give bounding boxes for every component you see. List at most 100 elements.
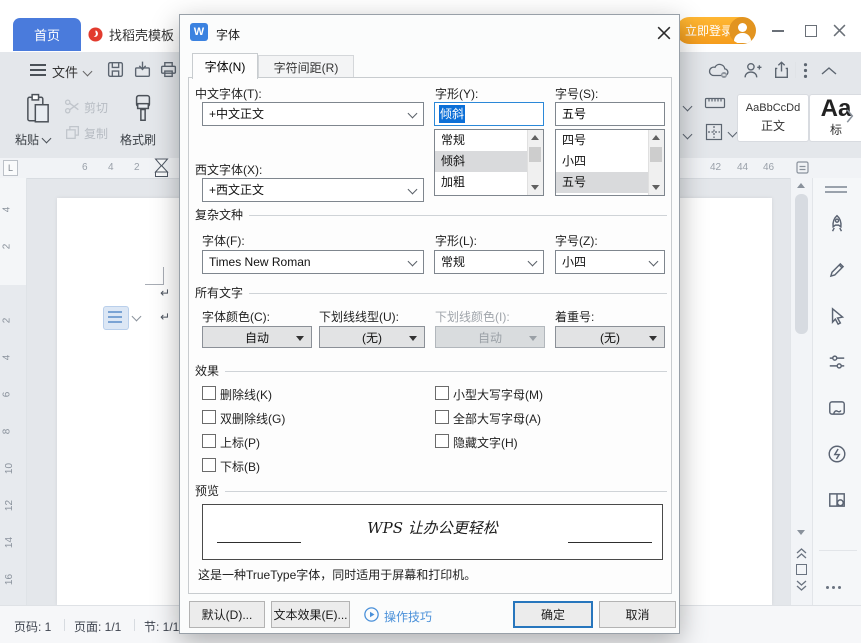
scroll-up-icon[interactable] — [652, 135, 660, 140]
checkbox-strikethrough[interactable] — [202, 386, 216, 400]
checkbox-label[interactable]: 删除线(K) — [220, 386, 272, 403]
cx-style-combo[interactable]: 常规 — [434, 250, 544, 274]
checkbox-label[interactable]: 下标(B) — [220, 458, 260, 475]
checkbox-label[interactable]: 上标(P) — [220, 434, 260, 451]
export-icon[interactable] — [133, 60, 152, 79]
maximize-button[interactable] — [802, 22, 818, 38]
print-icon[interactable] — [159, 60, 178, 79]
checkbox-superscript[interactable] — [202, 434, 216, 448]
style-card-body-text[interactable]: AaBbCcDd 正文 — [737, 94, 809, 142]
indent-marker[interactable] — [154, 158, 169, 178]
tips-link[interactable]: 操作技巧 — [384, 608, 432, 625]
collapse-ribbon-icon[interactable] — [820, 66, 838, 76]
tab-stop-selector[interactable]: L — [3, 160, 18, 176]
borders-icon[interactable] — [704, 122, 724, 142]
emphasis-dropdown[interactable]: (无) — [555, 326, 665, 348]
ok-button[interactable]: 确定 — [513, 601, 593, 628]
list-scrollbar[interactable] — [527, 130, 543, 195]
list-item[interactable]: 小四 — [556, 151, 649, 172]
checkbox-subscript[interactable] — [202, 458, 216, 472]
scroll-up-icon[interactable] — [797, 183, 805, 188]
tab-character-spacing[interactable]: 字符间距(R) — [258, 55, 354, 79]
list-item-selected[interactable]: 五号 — [556, 172, 649, 193]
style-gallery-expand-icon[interactable] — [845, 108, 854, 124]
tab-home[interactable]: 首页 — [13, 18, 81, 51]
window-close-icon[interactable] — [833, 24, 846, 37]
previous-page-icon[interactable] — [795, 548, 808, 559]
tab-font[interactable]: 字体(N) — [192, 53, 258, 79]
char-border-icon[interactable] — [704, 94, 726, 112]
pen-icon[interactable] — [827, 260, 847, 280]
file-menu-chevron-icon[interactable] — [82, 66, 93, 77]
rocket-icon[interactable] — [827, 214, 847, 234]
paste-button[interactable]: 粘贴 — [15, 131, 52, 148]
quick-tools-icon[interactable] — [827, 444, 847, 464]
list-item[interactable]: 加粗 — [435, 172, 528, 193]
underline-style-dropdown[interactable]: (无) — [319, 326, 425, 348]
scroll-down-icon[interactable] — [531, 185, 539, 190]
scrollbar-thumb[interactable] — [650, 147, 662, 162]
checkbox-label[interactable]: 小型大写字母(M) — [453, 386, 543, 403]
file-menu[interactable]: 文件 — [52, 62, 78, 81]
sidebar-handle-icon[interactable] — [825, 186, 847, 188]
borders-dropdown-icon[interactable] — [727, 127, 738, 138]
vertical-ruler[interactable]: 4 2 2 4 6 8 10 12 14 16 — [0, 178, 27, 605]
cloud-sync-icon[interactable] — [708, 62, 730, 79]
document-scrollbar[interactable] — [790, 178, 813, 605]
scroll-down-icon[interactable] — [797, 530, 805, 535]
adjust-sliders-icon[interactable] — [827, 352, 847, 372]
add-user-icon[interactable] — [743, 61, 762, 80]
checkbox-double-strikethrough[interactable] — [202, 410, 216, 424]
checkbox-all-caps[interactable] — [435, 410, 449, 424]
save-icon[interactable] — [106, 60, 125, 79]
partial-dropdown-icon[interactable] — [682, 101, 693, 112]
scroll-down-icon[interactable] — [652, 185, 660, 190]
scroll-up-icon[interactable] — [531, 135, 539, 140]
list-item[interactable]: 常规 — [435, 130, 528, 151]
list-scrollbar[interactable] — [648, 130, 664, 195]
cancel-button[interactable]: 取消 — [599, 601, 676, 628]
checkbox-label[interactable]: 隐藏文字(H) — [453, 434, 518, 451]
sidebar-more-icon[interactable] — [826, 576, 844, 594]
select-browse-object-icon[interactable] — [796, 564, 807, 575]
scrollbar-thumb[interactable] — [795, 194, 808, 334]
checkbox-label[interactable]: 双删除线(G) — [220, 410, 285, 427]
checkbox-label[interactable]: 全部大写字母(A) — [453, 410, 541, 427]
cn-font-combo[interactable]: +中文正文 — [202, 102, 424, 126]
cx-font-combo[interactable]: Times New Roman — [202, 250, 424, 274]
next-page-icon[interactable] — [795, 580, 808, 591]
checkbox-hidden-text[interactable] — [435, 434, 449, 448]
en-font-combo[interactable]: +西文正文 — [202, 178, 424, 202]
menu-icon[interactable] — [30, 64, 46, 76]
cn-style-input[interactable]: 倾斜 — [434, 102, 544, 126]
paste-icon[interactable] — [25, 93, 51, 125]
cn-size-input[interactable]: 五号 — [555, 102, 665, 126]
card-tools-icon[interactable] — [827, 398, 847, 418]
default-button[interactable]: 默认(D)... — [189, 601, 265, 628]
cn-style-list[interactable]: 常规 倾斜 加粗 — [434, 129, 544, 196]
tab-docer[interactable]: 找稻壳模板 — [88, 18, 184, 51]
format-painter-button[interactable]: 格式刷 — [120, 131, 156, 148]
page-setup-icon[interactable] — [795, 160, 810, 175]
format-painter-icon[interactable] — [130, 93, 156, 125]
ruler-number: 4 — [108, 162, 114, 173]
font-color-dropdown[interactable]: 自动 — [202, 326, 312, 348]
text-effects-button[interactable]: 文本效果(E)... — [271, 601, 350, 628]
sidebar-handle-icon[interactable] — [825, 191, 847, 193]
share-icon[interactable] — [772, 61, 791, 80]
dialog-close-icon[interactable] — [657, 26, 671, 40]
partial-dropdown-icon-2[interactable] — [682, 129, 693, 140]
scrollbar-thumb[interactable] — [529, 147, 541, 162]
list-item[interactable]: 四号 — [556, 130, 649, 151]
more-menu-icon[interactable] — [803, 62, 808, 79]
checkbox-small-caps[interactable] — [435, 386, 449, 400]
reference-search-icon[interactable] — [827, 490, 847, 510]
content-helper-icon[interactable] — [103, 306, 129, 330]
cx-size-combo[interactable]: 小四 — [555, 250, 665, 274]
cursor-icon[interactable] — [827, 306, 847, 326]
list-item-selected[interactable]: 倾斜 — [435, 151, 528, 172]
minimize-button[interactable] — [770, 22, 786, 38]
cn-size-list[interactable]: 四号 小四 五号 — [555, 129, 665, 196]
play-circle-icon[interactable] — [364, 607, 379, 622]
avatar[interactable] — [729, 17, 756, 44]
